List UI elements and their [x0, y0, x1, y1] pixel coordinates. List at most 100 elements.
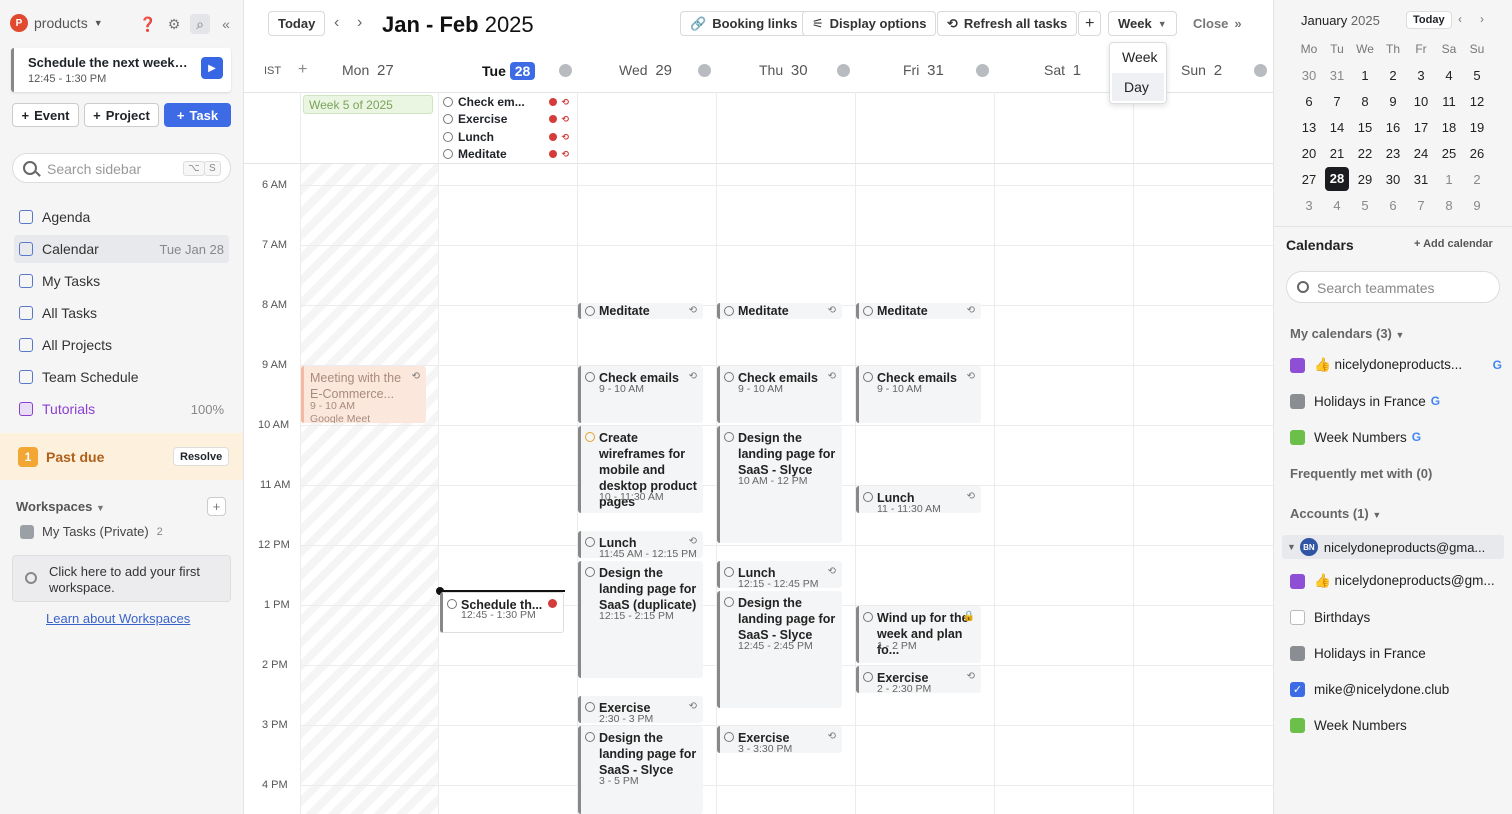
day-header-sat[interactable]: Sat 1 [1044, 62, 1081, 79]
mini-calendar-day[interactable]: 27 [1295, 172, 1323, 187]
mini-calendar-day[interactable]: 29 [1351, 172, 1379, 187]
mini-calendar-day[interactable]: 31 [1323, 68, 1351, 83]
day-header-wed[interactable]: Wed 29 [619, 62, 672, 79]
collapse-sidebar-icon[interactable]: « [216, 14, 236, 34]
mini-calendar-day[interactable]: 24 [1407, 146, 1435, 161]
calendar-color-swatch[interactable] [1290, 429, 1305, 445]
task-checkbox[interactable] [724, 597, 734, 607]
calendar-item[interactable]: Holidays in France [1290, 642, 1502, 664]
mini-calendar-day[interactable]: 13 [1295, 120, 1323, 135]
add-calendar-button[interactable]: + Add calendar [1414, 238, 1493, 250]
current-task-card[interactable]: Schedule the next week o... 12:45 - 1:30… [11, 48, 231, 92]
mini-calendar-day[interactable]: 18 [1435, 120, 1463, 135]
sidebar-item-my-tasks[interactable]: My Tasks [14, 267, 229, 295]
add-workspace-tip[interactable]: Click here to add your first workspace. [12, 555, 231, 602]
calendar-color-swatch[interactable] [1290, 357, 1305, 373]
sidebar-item-agenda[interactable]: Agenda [14, 203, 229, 231]
view-option-week[interactable]: Week [1110, 43, 1166, 71]
search-teammates-input[interactable]: Search teammates [1286, 271, 1500, 303]
mini-calendar-day[interactable]: 2 [1463, 172, 1491, 187]
task-checkbox[interactable] [585, 567, 595, 577]
view-select[interactable]: Week ▼ [1108, 11, 1177, 36]
mini-calendar-day[interactable]: 21 [1323, 146, 1351, 161]
task-block[interactable]: Exercise 2 - 2:30 PM ⟲ [856, 666, 981, 693]
mini-calendar-day[interactable]: 4 [1435, 68, 1463, 83]
calendar-event[interactable]: Meeting with the E-Commerce... 9 - 10 AM… [301, 366, 426, 423]
mini-calendar-day[interactable]: 15 [1351, 120, 1379, 135]
mini-calendar-day[interactable]: 19 [1463, 120, 1491, 135]
task-checkbox[interactable] [863, 492, 873, 502]
resolve-button[interactable]: Resolve [173, 447, 230, 466]
account-row[interactable]: ▼ BN nicelydoneproducts@gma... [1282, 535, 1504, 559]
task-checkbox[interactable] [443, 114, 453, 124]
checkmark-icon[interactable]: ✓ [1290, 681, 1305, 697]
task-checkbox[interactable] [585, 702, 595, 712]
calendar-item[interactable]: Week Numbers [1290, 714, 1502, 736]
task-checkbox[interactable] [724, 306, 734, 316]
allday-task[interactable]: Lunch ⟲ [443, 129, 569, 145]
task-block[interactable]: Design the landing page for SaaS - Slyce… [578, 726, 703, 814]
task-checkbox[interactable] [585, 732, 595, 742]
task-checkbox[interactable] [443, 149, 453, 159]
task-block[interactable]: Design the landing page for SaaS (duplic… [578, 561, 703, 678]
today-button[interactable]: Today [268, 11, 326, 36]
task-block[interactable]: Meditate ⟲ [856, 303, 981, 319]
add-timezone-icon[interactable]: + [298, 61, 307, 79]
timezone-label[interactable]: IST [264, 65, 281, 77]
day-header-thu[interactable]: Thu 30 [759, 62, 808, 79]
mini-calendar-day[interactable]: 2 [1379, 68, 1407, 83]
calendar-checkbox[interactable] [1290, 609, 1305, 625]
mini-calendar-day[interactable]: 8 [1435, 198, 1463, 213]
clock-icon[interactable] [837, 64, 850, 77]
view-option-day[interactable]: Day [1112, 73, 1164, 101]
sidebar-item-tutorials[interactable]: Tutorials 100% [14, 395, 229, 423]
my-calendars-heading[interactable]: My calendars (3) ▼ [1290, 326, 1404, 341]
mini-calendar-day[interactable]: 1 [1351, 68, 1379, 83]
mini-calendar-day[interactable]: 30 [1295, 68, 1323, 83]
sidebar-item-calendar[interactable]: Calendar Tue Jan 28 [14, 235, 229, 263]
calendar-item[interactable]: Week Numbers G [1290, 426, 1502, 448]
clock-icon[interactable] [976, 64, 989, 77]
add-workspace-button[interactable]: + [207, 497, 226, 516]
mini-calendar-day[interactable]: 26 [1463, 146, 1491, 161]
day-header-mon[interactable]: Mon 27 [342, 62, 394, 79]
help-icon[interactable]: ❓ [138, 14, 158, 34]
close-button[interactable]: Close » [1184, 11, 1251, 36]
sidebar-item-all-tasks[interactable]: All Tasks [14, 299, 229, 327]
task-checkbox[interactable] [585, 306, 595, 316]
mini-calendar-day[interactable]: 8 [1351, 94, 1379, 109]
mini-calendar-selected-day[interactable]: 28 [1325, 167, 1349, 191]
accounts-heading[interactable]: Accounts (1) ▼ [1290, 506, 1381, 521]
task-checkbox[interactable] [863, 372, 873, 382]
workspaces-heading[interactable]: Workspaces ▼ [16, 499, 105, 514]
mini-calendar-day[interactable]: 17 [1407, 120, 1435, 135]
clock-icon[interactable] [698, 64, 711, 77]
task-block[interactable]: Meditate ⟲ [578, 303, 703, 319]
mini-calendar-day[interactable]: 12 [1463, 94, 1491, 109]
refresh-tasks-button[interactable]: ⟲ Refresh all tasks [937, 11, 1078, 36]
task-block[interactable]: Exercise 3 - 3:30 PM ⟲ [717, 726, 842, 753]
previous-week-icon[interactable]: ‹ [334, 14, 339, 32]
sidebar-item-team-schedule[interactable]: Team Schedule [14, 363, 229, 391]
mini-calendar-day[interactable]: 1 [1435, 172, 1463, 187]
mini-calendar-day[interactable]: 16 [1379, 120, 1407, 135]
task-block[interactable]: Exercise 2:30 - 3 PM ⟲ [578, 696, 703, 723]
clock-icon[interactable] [559, 64, 572, 77]
mini-calendar-day[interactable]: 5 [1463, 68, 1491, 83]
sidebar-item-all-projects[interactable]: All Projects [14, 331, 229, 359]
mini-calendar-day[interactable]: 3 [1407, 68, 1435, 83]
frequently-met-heading[interactable]: Frequently met with (0) [1290, 466, 1432, 481]
day-header-tue[interactable]: Tue 28 [482, 62, 536, 80]
task-block[interactable]: Lunch 11 - 11:30 AM ⟲ [856, 486, 981, 513]
task-block[interactable]: Check emails 9 - 10 AM ⟲ [856, 366, 981, 423]
task-checkbox[interactable] [863, 612, 873, 622]
calendar-item[interactable]: Birthdays [1290, 606, 1502, 628]
add-project-button[interactable]: + Project [84, 103, 159, 127]
mini-calendar-day[interactable]: 11 [1435, 94, 1463, 109]
task-block[interactable]: Create wireframes for mobile and desktop… [578, 426, 703, 513]
start-task-button[interactable]: ▶ [201, 57, 223, 79]
calendar-item[interactable]: Holidays in France G [1290, 390, 1502, 412]
task-checkbox[interactable] [724, 567, 734, 577]
mini-calendar-day[interactable]: 20 [1295, 146, 1323, 161]
calendar-color-swatch[interactable] [1290, 645, 1305, 661]
